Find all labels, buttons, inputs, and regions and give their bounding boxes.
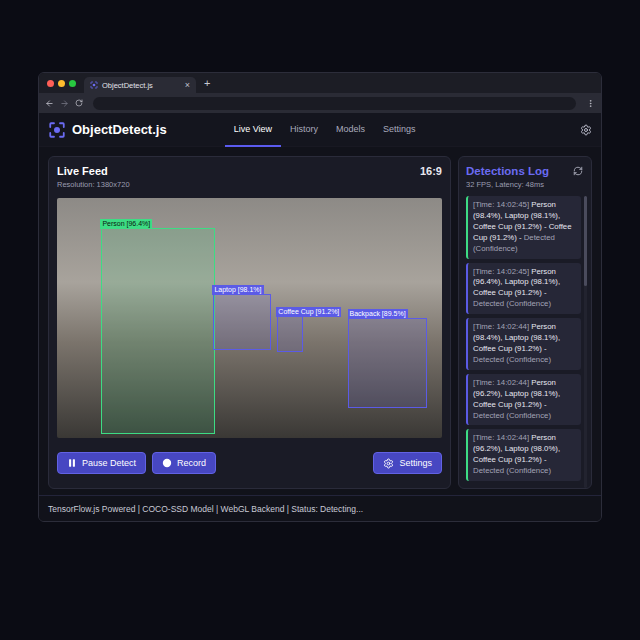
main-area: Live Feed Resolution: 1380x720 16:9 Person … xyxy=(39,147,601,495)
gear-icon xyxy=(383,458,394,469)
nav-tab[interactable]: Settings xyxy=(374,113,425,147)
page: ObjectDetect.js × + ObjectDetect.js Live Vie… xyxy=(0,0,640,640)
log-entry: [Time: 14:02:44] Person (96.2%), Laptop … xyxy=(466,374,581,426)
refresh-icon[interactable] xyxy=(573,166,583,176)
scrollbar-thumb[interactable] xyxy=(584,196,587,286)
gear-icon xyxy=(580,124,592,136)
logo-icon xyxy=(90,81,98,89)
new-tab-button[interactable]: + xyxy=(204,77,210,89)
pause-icon xyxy=(67,458,77,468)
browser-window: ObjectDetect.js × + ObjectDetect.js Live Vie… xyxy=(38,72,602,522)
tab-bar: ObjectDetect.js × + xyxy=(39,73,601,93)
log-header: Detections Log xyxy=(466,165,587,177)
detection-label: Person [96.4%] xyxy=(100,219,152,229)
header-settings-button[interactable] xyxy=(580,124,592,136)
address-bar[interactable] xyxy=(93,97,576,110)
menu-icon[interactable] xyxy=(586,99,595,108)
detection-box: Person [96.4%] xyxy=(101,228,215,434)
app-title: ObjectDetect.js xyxy=(72,122,167,137)
status-bar: TensorFlow.js Powered | COCO-SSD Model |… xyxy=(39,495,601,521)
record-icon xyxy=(162,458,172,468)
detection-box: Laptop [98.1%] xyxy=(213,294,271,350)
maximize-light[interactable] xyxy=(69,80,76,87)
feed-header: Live Feed Resolution: 1380x720 16:9 xyxy=(57,165,442,189)
log-entry: [Time: 14:02:44] Person (98.4%), Laptop … xyxy=(466,318,581,370)
nav-tab[interactable]: Live View xyxy=(225,113,281,147)
log-entry: [Time: 14:02:45] Person (98.4%), Laptop … xyxy=(466,196,581,259)
detection-label: Backpack [89.5%] xyxy=(348,309,408,319)
close-light[interactable] xyxy=(47,80,54,87)
back-icon[interactable] xyxy=(45,99,54,108)
aspect-ratio: 16:9 xyxy=(420,165,442,177)
video-frame: Person [96.4%]Laptop [98.1%]Coffee Cup [… xyxy=(57,198,442,438)
detection-label: Laptop [98.1%] xyxy=(212,285,263,295)
live-feed-panel: Live Feed Resolution: 1380x720 16:9 Person … xyxy=(48,156,451,489)
tab-close-button[interactable]: × xyxy=(185,80,190,90)
record-button[interactable]: Record xyxy=(152,452,216,474)
detection-label: Coffee Cup [91.2%] xyxy=(276,307,341,317)
minimize-light[interactable] xyxy=(58,80,65,87)
feed-resolution: Resolution: 1380x720 xyxy=(57,180,130,189)
scrollbar[interactable] xyxy=(584,196,587,488)
feed-controls: Pause Detect Record Settings xyxy=(57,452,442,474)
log-list: [Time: 14:02:45] Person (98.4%), Laptop … xyxy=(466,196,581,488)
nav-tab[interactable]: History xyxy=(281,113,327,147)
detections-log-panel: Detections Log 32 FPS, Latency: 48ms [Time… xyxy=(458,156,592,489)
reload-icon[interactable] xyxy=(75,99,83,107)
browser-tab[interactable]: ObjectDetect.js × xyxy=(84,77,196,93)
window-controls xyxy=(47,80,76,87)
detection-box: Coffee Cup [91.2%] xyxy=(277,316,303,352)
log-stats: 32 FPS, Latency: 48ms xyxy=(466,180,587,189)
log-body: [Time: 14:02:45] Person (98.4%), Laptop … xyxy=(466,196,587,488)
pause-button[interactable]: Pause Detect xyxy=(57,452,146,474)
app-header: ObjectDetect.js Live ViewHistoryModelsSet… xyxy=(39,113,601,147)
address-row xyxy=(39,93,601,113)
logo-icon xyxy=(48,121,66,139)
nav-tabs: Live ViewHistoryModelsSettings xyxy=(225,113,425,147)
log-title: Detections Log xyxy=(466,165,549,177)
detection-box: Backpack [89.5%] xyxy=(348,318,427,408)
feed-title: Live Feed xyxy=(57,165,130,177)
log-entry: [Time: 14:02:44] Person (96.2%), Laptop … xyxy=(466,429,581,481)
settings-button[interactable]: Settings xyxy=(373,452,442,474)
forward-icon[interactable] xyxy=(60,99,69,108)
nav-tab[interactable]: Models xyxy=(327,113,374,147)
log-entry: [Time: 14:02:45] Person (96.4%), Laptop … xyxy=(466,263,581,315)
tab-title: ObjectDetect.js xyxy=(102,81,153,90)
